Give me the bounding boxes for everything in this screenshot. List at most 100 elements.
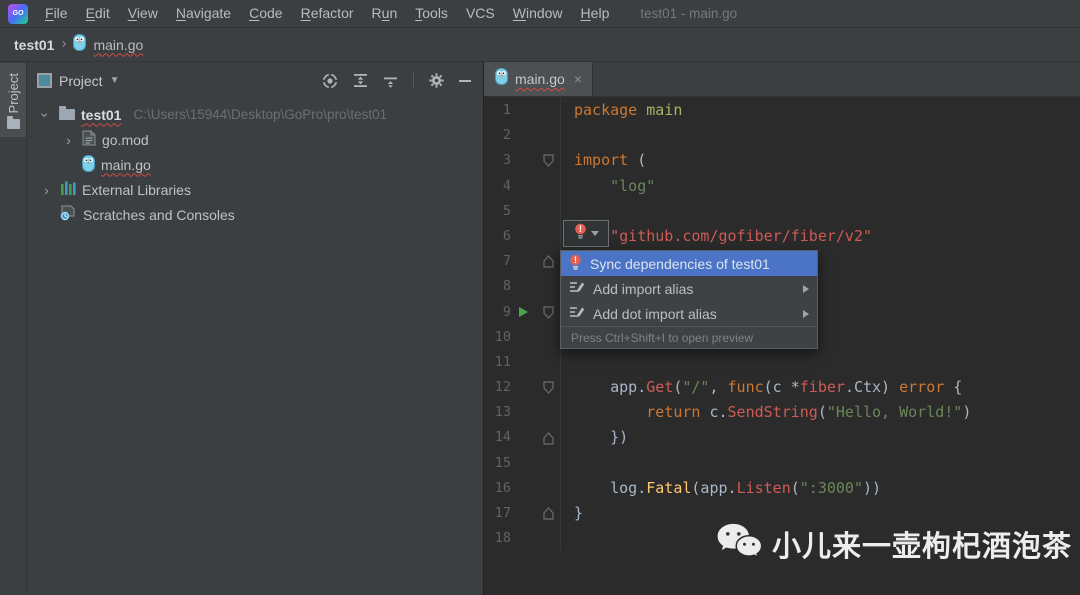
menu-code[interactable]: Code xyxy=(240,5,291,21)
gomod-file-icon xyxy=(82,130,96,149)
expand-all-icon[interactable] xyxy=(353,73,368,88)
gear-icon[interactable] xyxy=(429,73,444,88)
gutter[interactable]: 8 xyxy=(484,274,561,300)
code-text: return c.SendString("Hello, World!") xyxy=(646,403,972,422)
gutter[interactable]: 4 xyxy=(484,173,561,199)
code-line-15[interactable]: 15 xyxy=(484,450,1080,476)
popup-item-add-import-alias[interactable]: Add import alias xyxy=(561,276,817,301)
menu-refactor[interactable]: Refactor xyxy=(292,5,363,21)
stripe-project-label: Project xyxy=(5,73,21,114)
gutter[interactable]: 3 xyxy=(484,148,561,174)
stripe-project-button[interactable]: Project xyxy=(0,63,26,138)
breadcrumb-file[interactable]: main.go xyxy=(93,37,143,53)
line-number: 11 xyxy=(494,353,511,370)
code-text: }) xyxy=(574,428,629,447)
tree-item-external-libraries[interactable]: › External Libraries xyxy=(27,177,483,202)
goland-logo-icon: GO xyxy=(8,3,28,24)
gutter[interactable]: 13 xyxy=(484,400,561,426)
intention-bulb-button[interactable]: ! xyxy=(563,220,609,247)
menu-edit[interactable]: Edit xyxy=(77,5,119,21)
gutter[interactable]: 9 xyxy=(484,299,561,325)
code-line-11[interactable]: 11 xyxy=(484,349,1080,376)
tree-item-maingo[interactable]: main.go xyxy=(27,152,483,177)
editor-tab-bar: main.go × xyxy=(484,62,1080,97)
code-line-1[interactable]: 1 package main xyxy=(484,98,1080,124)
gopher-file-icon xyxy=(73,33,87,56)
fold-open-icon[interactable] xyxy=(542,154,554,168)
gutter[interactable]: 5 xyxy=(484,198,561,224)
chevron-collapsed-icon[interactable]: › xyxy=(39,182,54,198)
gutter[interactable]: 11 xyxy=(484,349,561,376)
project-panel-title[interactable]: Project xyxy=(59,73,103,89)
gutter[interactable]: 10 xyxy=(484,324,561,350)
gutter[interactable]: 1 xyxy=(484,98,561,124)
gutter[interactable]: 14 xyxy=(484,425,561,451)
chevron-collapsed-icon[interactable]: › xyxy=(61,132,76,148)
code-line-4[interactable]: 4 "log" xyxy=(484,173,1080,199)
code-line-3[interactable]: 3 import ( xyxy=(484,148,1080,174)
fold-close-icon[interactable] xyxy=(542,431,554,445)
submenu-arrow-icon xyxy=(803,309,809,318)
breadcrumb-project[interactable]: test01 xyxy=(14,37,54,53)
menu-tools[interactable]: Tools xyxy=(406,5,457,21)
gutter[interactable]: 2 xyxy=(484,123,561,149)
watermark-text: 小儿来一壶枸杞酒泡茶 xyxy=(772,530,1073,563)
gopher-file-icon xyxy=(495,68,508,90)
locate-file-icon[interactable] xyxy=(322,73,338,89)
gutter[interactable]: 16 xyxy=(484,475,561,501)
fold-open-icon[interactable] xyxy=(542,381,554,395)
code-line-12[interactable]: 12 app.Get("/", func(c *fiber.Ctx) error… xyxy=(484,375,1080,401)
line-number: 12 xyxy=(494,379,511,396)
wechat-icon xyxy=(716,522,763,565)
code-line-13[interactable]: 13 return c.SendString("Hello, World!") xyxy=(484,400,1080,426)
chevron-down-icon xyxy=(590,231,599,236)
chevron-expanded-icon[interactable]: › xyxy=(37,107,53,123)
menu-run[interactable]: Run xyxy=(363,5,407,21)
gutter[interactable]: 6 xyxy=(484,223,561,250)
menu-view[interactable]: View xyxy=(119,5,167,21)
code-line-16[interactable]: 16 log.Fatal(app.Listen(":3000")) xyxy=(484,475,1080,501)
gopher-file-icon xyxy=(82,154,95,175)
code-text: "log" xyxy=(610,176,656,195)
line-number: 4 xyxy=(502,177,511,194)
menu-file[interactable]: File xyxy=(36,5,77,21)
fold-close-icon[interactable] xyxy=(542,507,554,520)
chevron-down-icon[interactable]: ▼ xyxy=(110,75,120,86)
tree-item-gomod[interactable]: › go.mod xyxy=(27,127,483,152)
line-number: 16 xyxy=(494,479,511,496)
fold-close-icon[interactable] xyxy=(542,255,554,268)
toolbar-separator xyxy=(413,72,414,89)
code-line-14[interactable]: 14 }) xyxy=(484,425,1080,451)
code-text: } xyxy=(574,504,584,522)
gutter[interactable]: 17 xyxy=(484,501,561,527)
project-tree: › test01 C:\Users\15944\Desktop\GoPro\pr… xyxy=(27,99,483,227)
popup-item-label: Add dot import alias xyxy=(593,305,717,322)
menu-window[interactable]: Window xyxy=(504,5,572,21)
svg-text:!: ! xyxy=(574,255,577,266)
run-main-icon[interactable] xyxy=(518,307,528,318)
gutter[interactable]: 15 xyxy=(484,450,561,476)
tree-item-scratches[interactable]: Scratches and Consoles xyxy=(27,202,483,227)
popup-item-add-dot-import-alias[interactable]: Add dot import alias xyxy=(561,301,817,326)
line-number: 2 xyxy=(502,127,511,144)
menu-help[interactable]: Help xyxy=(572,5,619,21)
breadcrumb: test01 › main.go xyxy=(0,28,1080,62)
title-bar: GO File Edit View Navigate Code Refactor Run To… xyxy=(0,0,1080,28)
tree-item-test01[interactable]: › test01 C:\Users\15944\Desktop\GoPro\pr… xyxy=(27,102,483,127)
fold-open-icon[interactable] xyxy=(542,305,554,319)
tab-label: main.go xyxy=(515,71,565,87)
line-number: 1 xyxy=(502,102,511,118)
close-icon[interactable]: × xyxy=(574,71,582,87)
popup-item-sync-dependencies[interactable]: ! Sync dependencies of test01 xyxy=(561,251,817,276)
gutter[interactable]: 18 xyxy=(484,526,561,552)
code-text: "github.com/gofiber/fiber/v2" xyxy=(610,226,873,245)
menu-navigate[interactable]: Navigate xyxy=(167,5,240,21)
code-line-2[interactable]: 2 xyxy=(484,123,1080,149)
tab-maingo[interactable]: main.go × xyxy=(484,62,593,96)
gutter[interactable]: 12 xyxy=(484,375,561,401)
hide-panel-icon[interactable] xyxy=(459,79,471,82)
red-bulb-icon: ! xyxy=(574,223,587,244)
menu-vcs[interactable]: VCS xyxy=(457,5,504,21)
collapse-all-icon[interactable] xyxy=(383,73,398,88)
gutter[interactable]: 7 xyxy=(484,249,561,275)
